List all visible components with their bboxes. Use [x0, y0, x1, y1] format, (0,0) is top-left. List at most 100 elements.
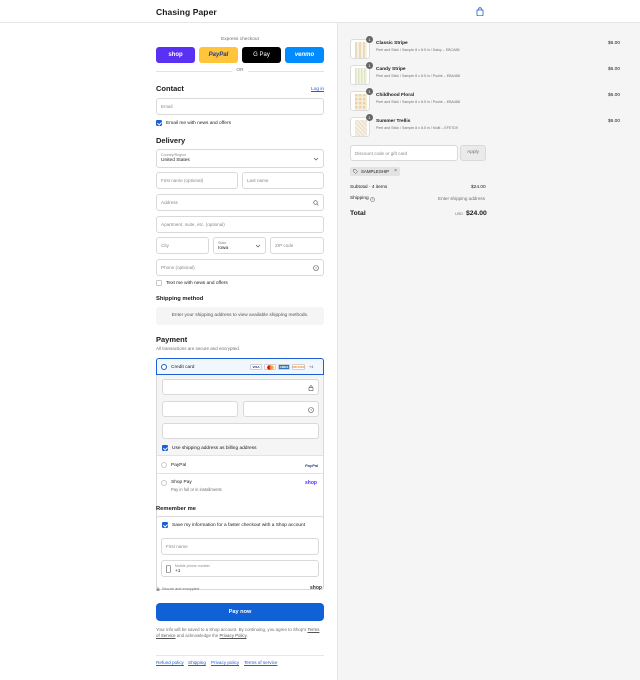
quantity-badge: 1 [366, 36, 373, 43]
discount-tag-label: SAMPLESHIP [361, 169, 390, 174]
card-form: ? Use shipping address as billing addres… [157, 375, 323, 456]
phone-field[interactable]: Phone (optional) ? [156, 259, 324, 276]
chevron-down-icon [313, 157, 319, 161]
more-brands: +4 [309, 364, 314, 369]
city-field[interactable]: City [156, 237, 209, 254]
item-name: Classic Stripe [376, 41, 408, 46]
state-value: Iowa [218, 245, 229, 251]
text-news-checkbox[interactable] [156, 280, 162, 286]
legal-text: Your info will be saved to a Shop accoun… [156, 627, 324, 640]
email-placeholder: Email [161, 104, 173, 109]
payment-methods: Credit card VISA AMEX DISCOVER +4 ? Use … [156, 358, 324, 522]
credit-card-radio[interactable] [161, 364, 167, 370]
zip-field[interactable]: ZIP code [270, 237, 324, 254]
express-checkout-label: Express checkout [221, 37, 259, 42]
mobile-prefix: +1 [175, 568, 181, 574]
amex-icon: AMEX [278, 364, 290, 370]
pay-now-button[interactable]: Pay now [156, 603, 324, 621]
apply-button[interactable]: Apply [460, 145, 486, 161]
shop-pay-sublabel: Pay in full or in installments [171, 487, 222, 492]
mastercard-icon [264, 364, 276, 370]
login-link[interactable]: Log in [311, 87, 324, 92]
shop-pay-button[interactable]: shop [156, 47, 195, 63]
paypal-radio[interactable] [161, 462, 167, 468]
zip-placeholder: ZIP code [275, 243, 294, 248]
tag-icon [353, 169, 358, 174]
svg-text:?: ? [372, 197, 374, 201]
item-name: Summer Trellis [376, 119, 411, 124]
item-price: $6.00 [607, 41, 620, 46]
or-divider: OR [156, 68, 324, 74]
privacy-policy-link[interactable]: Privacy policy [211, 660, 239, 665]
item-price: $6.00 [607, 119, 620, 124]
mobile-phone-field[interactable]: Mobile phone number +1 [161, 560, 319, 577]
save-info-label: Save my information for a faster checkou… [172, 522, 306, 528]
privacy-link[interactable]: Privacy Policy [220, 633, 247, 638]
help-icon[interactable]: ? [370, 196, 375, 202]
discount-code-field[interactable]: Discount code or gift card [350, 145, 458, 161]
remember-title: Remember me [156, 506, 196, 512]
card-number-field[interactable] [162, 379, 319, 395]
payment-subtitle: All transactions are secure and encrypte… [156, 346, 241, 351]
name-on-card-field[interactable] [162, 423, 319, 439]
order-summary: 1 Classic Stripe Peel and Stick / Sample… [337, 23, 640, 680]
remove-discount-icon[interactable]: × [394, 167, 397, 176]
cart-item: 1 Candy Stripe Peel and Stick / Sample 8… [350, 62, 630, 87]
google-pay-button[interactable]: G Pay [242, 47, 281, 63]
lock-icon [308, 385, 314, 391]
remember-panel: Save my information for a faster checkou… [156, 516, 324, 590]
help-icon[interactable]: ? [308, 407, 314, 413]
mobile-label: Mobile phone number [175, 563, 210, 568]
remember-first-name-field[interactable]: First name [161, 538, 319, 555]
last-name-field[interactable]: Last name [242, 172, 324, 189]
shop-pay-radio[interactable] [161, 480, 167, 486]
item-desc: Peel and Stick / Sample 8 x 8.5 in / Dai… [376, 48, 460, 52]
phone-placeholder: Phone (optional) [161, 265, 195, 270]
shipping-method-title: Shipping method [156, 296, 204, 302]
venmo-button[interactable]: venmo [285, 47, 324, 63]
refund-policy-link[interactable]: Refund policy [156, 660, 184, 665]
shop-footer-logo: shop [310, 585, 322, 591]
first-name-field[interactable]: First name (optional) [156, 172, 238, 189]
expiration-field[interactable] [162, 401, 238, 417]
address-placeholder: Address [161, 200, 178, 205]
footer-divider [156, 655, 324, 656]
billing-same-checkbox[interactable] [162, 445, 168, 451]
paypal-label: PayPal [171, 462, 187, 468]
state-select[interactable]: State Iowa [213, 237, 266, 254]
discount-placeholder: Discount code or gift card [355, 151, 408, 156]
save-info-checkbox[interactable] [162, 522, 168, 528]
credit-card-option[interactable]: Credit card VISA AMEX DISCOVER +4 [156, 358, 324, 375]
lock-icon [156, 587, 160, 591]
header: Chasing Paper [0, 0, 640, 23]
shop-pay-label: Shop Pay [171, 480, 192, 485]
address-field[interactable]: Address [156, 194, 324, 211]
first-name-placeholder: First name (optional) [161, 178, 204, 183]
item-price: $6.00 [607, 67, 620, 72]
terms-of-service-link[interactable]: Terms of service [244, 660, 277, 665]
legal-end: . [246, 633, 248, 639]
shopping-bag-icon[interactable] [476, 7, 484, 16]
shop-pay-option[interactable]: Shop Pay Pay in full or in installments … [157, 475, 323, 497]
city-placeholder: City [161, 243, 169, 248]
help-icon[interactable]: ? [313, 265, 319, 271]
paypal-option[interactable]: PayPal PayPal [157, 457, 323, 474]
cart-item: 1 Classic Stripe Peel and Stick / Sample… [350, 36, 630, 61]
checkout-form: Express checkout shop PayPal G Pay venmo… [0, 23, 337, 680]
shop-logo: shop [305, 480, 317, 486]
apartment-placeholder: Apartment, suite, etc. (optional) [161, 222, 225, 227]
paypal-button[interactable]: PayPal [199, 47, 238, 63]
email-field[interactable]: Email [156, 98, 324, 115]
legal-line: Your info will be saved to a Shop accoun… [156, 627, 307, 632]
shipping-link[interactable]: Shipping [188, 660, 206, 665]
security-code-field[interactable]: ? [243, 401, 319, 417]
mobile-phone-icon [166, 565, 171, 573]
state-label: State [218, 240, 227, 245]
shipping-value: Enter shipping address [438, 196, 485, 201]
or-text: OR [236, 68, 244, 73]
apartment-field[interactable]: Apartment, suite, etc. (optional) [156, 216, 324, 233]
email-news-checkbox[interactable] [156, 120, 162, 126]
last-name-placeholder: Last name [247, 178, 269, 183]
country-select[interactable]: Country/Region United States [156, 149, 324, 168]
brand-logo[interactable]: Chasing Paper [156, 7, 217, 17]
